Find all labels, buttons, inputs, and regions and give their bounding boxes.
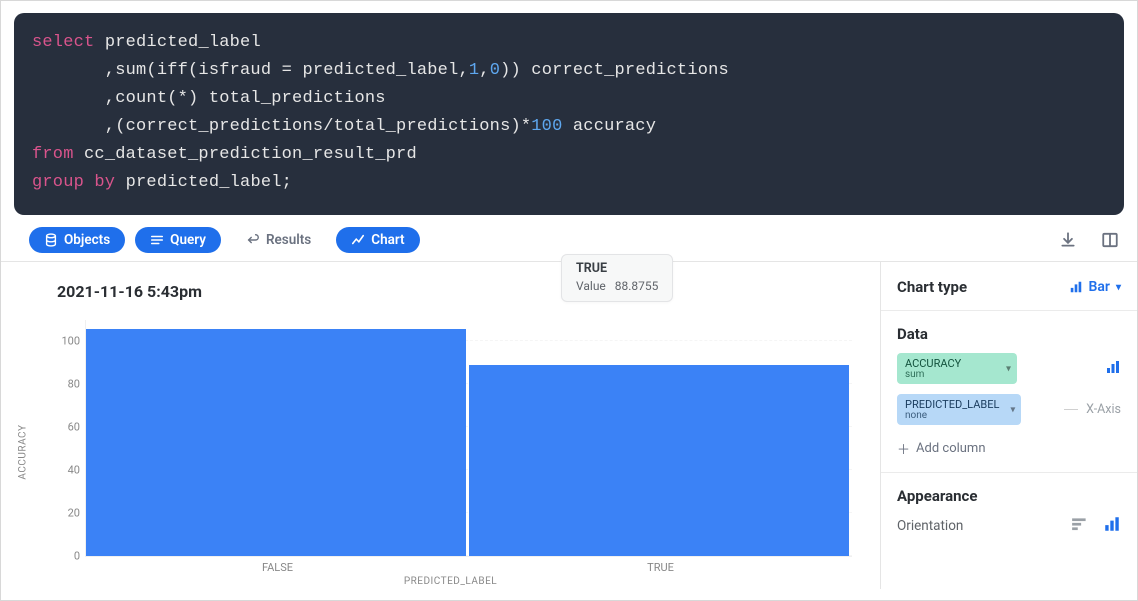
- yaxis-indicator-icon[interactable]: [1105, 359, 1121, 379]
- y-tick: 40: [52, 464, 80, 477]
- return-icon: [246, 233, 260, 247]
- chart-label: Chart: [371, 232, 404, 248]
- chevron-down-icon: ▾: [1116, 282, 1121, 293]
- bar-chart-icon: [1069, 280, 1083, 294]
- chart-area: 2021-11-16 5:43pm ACCURACY 020406080100F…: [1, 262, 881, 589]
- chevron-down-icon: ▾: [1006, 363, 1011, 374]
- xaxis-label: X-Axis: [1086, 402, 1121, 417]
- orientation-horizontal-icon[interactable]: [1071, 515, 1089, 537]
- chart-sidebar: Chart type Bar ▾ Data ACCURACY sum ▾ PRE…: [881, 262, 1137, 589]
- charttype-value: Bar: [1089, 279, 1110, 295]
- y-tick: 100: [52, 335, 80, 348]
- data-heading: Data: [897, 325, 1121, 343]
- x-category: FALSE: [262, 561, 293, 574]
- axis-connector-line: [1064, 409, 1078, 410]
- database-icon: [44, 233, 58, 247]
- x-category: TRUE: [647, 561, 674, 574]
- x-axis-label: PREDICTED_LABEL: [404, 576, 497, 587]
- chip-accuracy-agg: sum: [905, 369, 995, 380]
- appearance-heading: Appearance: [897, 487, 1121, 505]
- plus-icon: ＋: [897, 439, 910, 458]
- y-tick: 20: [52, 507, 80, 520]
- query-label: Query: [170, 232, 206, 248]
- chip-predicted-agg: none: [905, 410, 999, 421]
- objects-tab[interactable]: Objects: [29, 227, 125, 253]
- lines-icon: [150, 233, 164, 247]
- query-tab[interactable]: Query: [135, 227, 221, 253]
- chip-predicted-label[interactable]: PREDICTED_LABEL none ▾: [897, 394, 1021, 425]
- chart-tooltip: TRUE Value 88.8755: [561, 254, 673, 302]
- objects-label: Objects: [64, 232, 110, 248]
- chart-tab[interactable]: Chart: [336, 227, 419, 253]
- axes: 020406080100FALSETRUE: [85, 320, 852, 557]
- tooltip-title: TRUE: [576, 261, 658, 276]
- lineplot-icon: [351, 233, 365, 247]
- charttype-selector[interactable]: Bar ▾: [1069, 279, 1121, 295]
- y-tick: 60: [52, 421, 80, 434]
- chip-accuracy[interactable]: ACCURACY sum ▾: [897, 353, 1017, 384]
- orientation-vertical-icon[interactable]: [1103, 515, 1121, 537]
- add-column-button[interactable]: ＋ Add column: [897, 439, 1121, 458]
- y-tick: 0: [52, 550, 80, 563]
- results-tab[interactable]: Results: [231, 227, 326, 253]
- layout-panels-icon[interactable]: [1101, 231, 1119, 249]
- tooltip-value-label: Value: [576, 279, 606, 293]
- bar-true[interactable]: [469, 365, 849, 556]
- run-timestamp: 2021-11-16 5:43pm: [57, 282, 862, 301]
- bar-false[interactable]: [86, 329, 466, 556]
- add-column-label: Add column: [916, 441, 986, 456]
- y-tick: 80: [52, 378, 80, 391]
- sql-code-block: select predicted_label ,sum(iff(isfraud …: [14, 13, 1124, 215]
- workspace: 2021-11-16 5:43pm ACCURACY 020406080100F…: [1, 262, 1137, 589]
- plot: ACCURACY 020406080100FALSETRUE PREDICTED…: [39, 320, 862, 583]
- download-icon[interactable]: [1059, 231, 1077, 249]
- tooltip-value: 88.8755: [615, 279, 659, 293]
- charttype-heading: Chart type: [897, 278, 967, 296]
- y-axis-label: ACCURACY: [18, 424, 29, 479]
- chevron-down-icon: ▾: [1010, 404, 1015, 415]
- orientation-label: Orientation: [897, 518, 963, 534]
- results-label: Results: [266, 232, 311, 248]
